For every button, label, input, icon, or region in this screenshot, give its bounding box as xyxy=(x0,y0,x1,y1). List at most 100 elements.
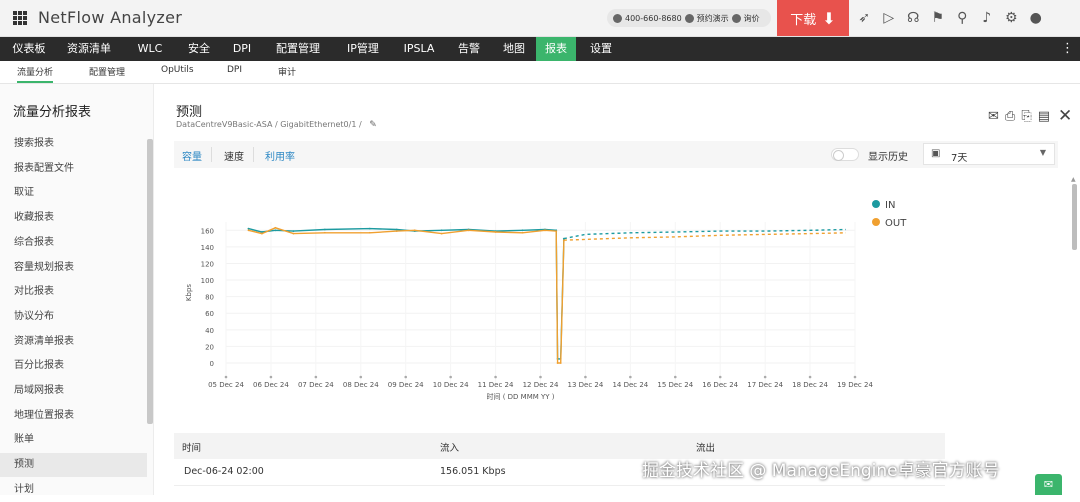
x-tick-dot xyxy=(269,375,273,379)
x-tick-label: 07 Dec 24 xyxy=(298,381,334,389)
bell-icon[interactable]: ♪ xyxy=(975,10,1000,26)
close-icon[interactable]: ✕ xyxy=(1058,106,1072,126)
support-icon[interactable]: ☊ xyxy=(901,10,926,26)
nav-item-11[interactable]: 设置 xyxy=(576,37,626,61)
sidebar-item[interactable]: 收藏报表 xyxy=(0,206,147,230)
subnav-item-2[interactable]: OpUtils xyxy=(161,65,194,75)
header-icon-bar: ➶ ▷ ☊ ⚑ ⚲ ♪ ⚙ ● xyxy=(852,0,1048,36)
y-tick-label: 20 xyxy=(205,343,214,351)
data-point xyxy=(274,229,277,232)
presentation-icon[interactable]: ▷ xyxy=(877,10,902,26)
gift-icon[interactable]: ⚑ xyxy=(926,10,951,26)
data-point xyxy=(292,232,295,235)
nav-item-3[interactable]: 安全 xyxy=(176,37,222,61)
nav-item-5[interactable]: 配置管理 xyxy=(262,37,334,61)
more-menu-icon[interactable]: ⋮ xyxy=(1061,41,1074,57)
data-point xyxy=(247,227,250,230)
header-in[interactable]: 流入 xyxy=(440,440,459,454)
legend-label: IN xyxy=(885,200,895,211)
x-axis-label: 时间 ( DD MMM YY ) xyxy=(486,392,554,401)
user-icon[interactable]: ● xyxy=(1024,10,1049,26)
search-icon[interactable]: ⚲ xyxy=(950,10,975,26)
x-tick-dot xyxy=(494,375,497,379)
sidebar-item[interactable]: 取证 xyxy=(0,181,147,205)
y-axis-label: Kbps xyxy=(185,284,193,301)
nav-item-1[interactable]: 资源清单 xyxy=(54,37,124,61)
nav-item-2[interactable]: WLC xyxy=(124,37,176,61)
x-tick-label: 11 Dec 24 xyxy=(478,381,514,389)
data-point xyxy=(395,230,398,233)
y-tick-label: 140 xyxy=(201,244,214,252)
breadcrumb-text[interactable]: DataCentreV9Basic-ASA / GigabitEthernet0… xyxy=(176,120,362,129)
x-tick-dot xyxy=(763,375,767,379)
y-tick-label: 160 xyxy=(201,227,214,235)
sidebar-item[interactable]: 局域网报表 xyxy=(0,379,147,403)
sidebar-item[interactable]: 综合报表 xyxy=(0,231,147,255)
x-tick-label: 17 Dec 24 xyxy=(747,381,783,389)
y-tick-label: 80 xyxy=(205,294,214,302)
tab-speed[interactable]: 速度 xyxy=(224,148,244,163)
app-grid-icon[interactable] xyxy=(13,11,27,25)
price-link[interactable]: 询价 xyxy=(744,13,760,24)
sidebar-item[interactable]: 预测 xyxy=(0,453,147,478)
nav-item-7[interactable]: IPSLA xyxy=(392,37,446,61)
download-icon: ⬇ xyxy=(822,8,836,28)
gear-icon[interactable]: ⚙ xyxy=(999,10,1024,26)
sidebar-item[interactable]: 资源清单报表 xyxy=(0,330,147,354)
rocket-icon[interactable]: ➶ xyxy=(852,10,877,26)
email-icon[interactable]: ✉ xyxy=(988,109,999,124)
x-tick-dot xyxy=(314,375,318,379)
pdf-icon[interactable]: ⎙ xyxy=(1005,109,1015,124)
scroll-up-icon[interactable]: ▲ xyxy=(1071,176,1076,183)
sidebar-item[interactable]: 报表配置文件 xyxy=(0,157,147,181)
x-tick-label: 14 Dec 24 xyxy=(612,381,648,389)
demo-link[interactable]: 预约演示 xyxy=(697,13,729,24)
sidebar-item[interactable]: 搜索报表 xyxy=(0,132,147,156)
legend-marker xyxy=(872,200,880,208)
legend-label: OUT xyxy=(885,218,907,229)
data-point xyxy=(494,231,497,233)
sidebar-item[interactable]: 对比报表 xyxy=(0,280,147,304)
xls-icon[interactable]: ▤ xyxy=(1038,109,1050,124)
tab-utilization[interactable]: 利用率 xyxy=(265,148,295,163)
sidebar-item[interactable]: 账单 xyxy=(0,428,147,452)
download-button[interactable]: 下载 ⬇ xyxy=(777,0,849,36)
tab-divider xyxy=(253,147,254,162)
nav-item-10[interactable]: 报表 xyxy=(536,37,576,61)
y-tick-label: 60 xyxy=(205,310,214,318)
subnav-item-4[interactable]: 审计 xyxy=(278,65,296,78)
nav-item-9[interactable]: 地图 xyxy=(492,37,536,61)
sidebar-item[interactable]: 计划 xyxy=(0,478,147,502)
sidebar-item[interactable]: 容量规划报表 xyxy=(0,256,147,280)
subnav-item-1[interactable]: 配置管理 xyxy=(89,65,125,78)
subnav-item-3[interactable]: DPI xyxy=(227,65,242,75)
data-point xyxy=(559,362,562,364)
sidebar-scrollbar[interactable] xyxy=(147,139,153,424)
legend-marker xyxy=(872,218,880,226)
phone-number[interactable]: 400-660-8680 xyxy=(625,14,682,23)
sidebar-item[interactable]: 协议分布 xyxy=(0,305,147,329)
nav-item-4[interactable]: DPI xyxy=(222,37,262,61)
csv-icon[interactable]: ⎘ xyxy=(1021,109,1031,124)
app-title: NetFlow Analyzer xyxy=(38,8,183,27)
data-point xyxy=(368,231,371,234)
sidebar-item[interactable]: 地理位置报表 xyxy=(0,404,147,428)
sidebar-item[interactable]: 百分比报表 xyxy=(0,354,147,378)
data-point xyxy=(247,229,250,232)
report-actions: ✉ ⎙ ⎘ ▤ ✕ xyxy=(988,106,1072,126)
nav-item-6[interactable]: IP管理 xyxy=(334,37,392,61)
history-toggle[interactable] xyxy=(831,148,859,161)
subnav-item-0[interactable]: 流量分析 xyxy=(17,65,54,83)
content-scrollbar[interactable] xyxy=(1072,184,1077,250)
tab-capacity[interactable]: 容量 xyxy=(182,148,202,163)
header-out[interactable]: 流出 xyxy=(696,440,715,454)
header-time[interactable]: 时间 xyxy=(182,440,201,454)
edit-icon[interactable]: ✎ xyxy=(369,120,377,130)
nav-item-8[interactable]: 告警 xyxy=(446,37,492,61)
chat-icon[interactable]: ✉ xyxy=(1035,474,1062,495)
period-select[interactable]: ▣ 7天 ▼ xyxy=(923,143,1055,165)
data-point xyxy=(323,231,326,234)
x-tick-dot xyxy=(808,375,812,379)
nav-item-0[interactable]: 仪表板 xyxy=(4,37,54,61)
history-label: 显示历史 xyxy=(868,152,908,163)
